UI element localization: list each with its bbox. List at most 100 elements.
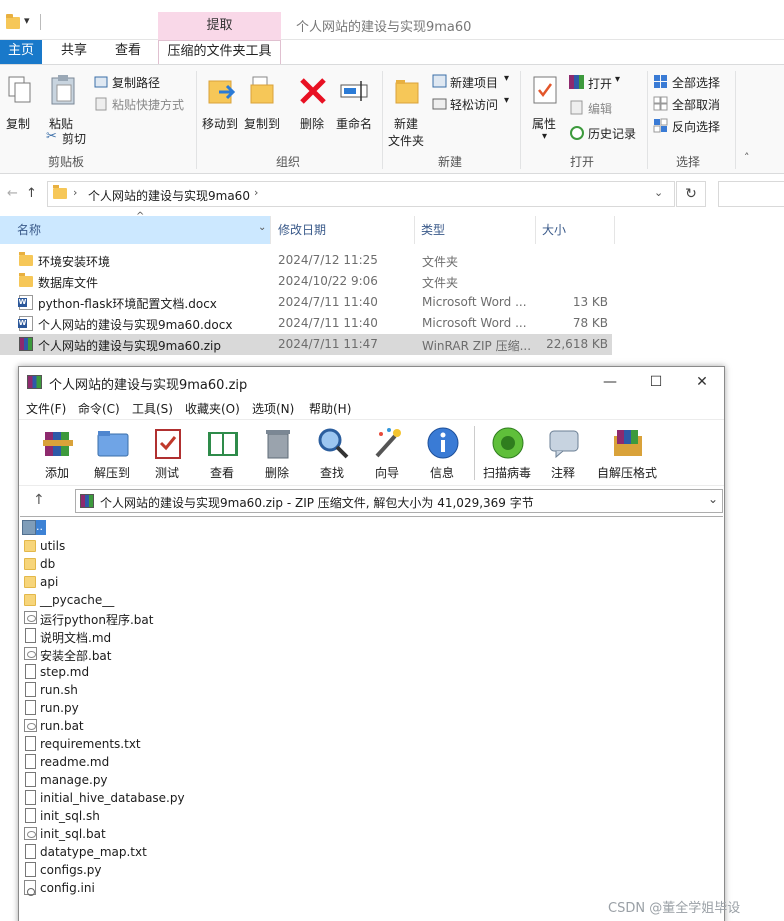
list-item[interactable]: api — [22, 573, 322, 591]
minimize-button[interactable]: — — [587, 371, 633, 393]
breadcrumb-chevron-icon[interactable]: › — [254, 186, 258, 199]
close-button[interactable]: ✕ — [679, 371, 725, 393]
copy-to-button[interactable]: 复制到 — [243, 71, 283, 131]
invert-selection-button[interactable]: 反向选择 — [653, 117, 733, 135]
tab-home[interactable]: 主页 — [0, 40, 42, 64]
list-item[interactable]: run.sh — [22, 681, 322, 699]
list-item[interactable]: 说明文档.md — [22, 627, 322, 645]
toolbar-sfx-button[interactable]: 自解压格式 — [597, 424, 657, 482]
quick-access-dropdown-icon[interactable]: ▾ — [24, 14, 30, 27]
menu-help[interactable]: 帮助(H) — [309, 400, 351, 417]
list-item-parent-folder[interactable]: .. — [22, 519, 82, 537]
list-item[interactable]: init_sql.bat — [22, 825, 322, 843]
file-icon — [25, 682, 36, 697]
address-dropdown-icon[interactable]: ⌄ — [654, 186, 663, 199]
list-item[interactable]: __pycache__ — [22, 591, 322, 609]
delete-button[interactable]: 删除 — [296, 71, 330, 131]
list-item[interactable]: 运行python程序.bat — [22, 609, 322, 627]
back-arrow-icon[interactable]: ← — [7, 186, 18, 201]
toolbar-delete-button[interactable]: 删除 — [251, 424, 303, 482]
table-row[interactable]: 环境安装环境 2024/7/12 11:25 文件夹 — [0, 250, 612, 271]
select-none-button[interactable]: 全部取消 — [653, 95, 733, 113]
toolbar-info-button[interactable]: 信息 — [416, 424, 468, 482]
list-item[interactable]: utils — [22, 537, 322, 555]
magnifier-icon — [318, 428, 349, 459]
toolbar-find-button[interactable]: 查找 — [306, 424, 358, 482]
menu-commands[interactable]: 命令(C) — [78, 400, 120, 417]
list-item[interactable]: run.py — [22, 699, 322, 717]
winrar-menubar: 文件(F) 命令(C) 工具(S) 收藏夹(O) 选项(N) 帮助(H) — [19, 397, 724, 419]
maximize-button[interactable]: ☐ — [633, 371, 679, 393]
list-item[interactable]: datatype_map.txt — [22, 843, 322, 861]
table-row[interactable]: 个人网站的建设与实现9ma60.docx 2024/7/11 11:40 Micro… — [0, 313, 612, 334]
archive-path-combobox[interactable]: 个人网站的建设与实现9ma60.zip - ZIP 压缩文件, 解包大小为 41… — [75, 489, 723, 513]
list-item[interactable]: db — [22, 555, 322, 573]
window-title: 个人网站的建设与实现9ma60 — [296, 20, 472, 35]
column-header-date[interactable]: 修改日期 — [278, 216, 414, 244]
toolbar-virus-scan-button[interactable]: 扫描病毒 — [481, 424, 533, 482]
up-folder-icon[interactable]: ↑ — [33, 492, 45, 508]
menu-file[interactable]: 文件(F) — [26, 400, 66, 417]
collapse-ribbon-icon[interactable]: ˄ — [744, 151, 758, 165]
toolbar-view-button[interactable]: 查看 — [196, 424, 248, 482]
list-item[interactable]: run.bat — [22, 717, 322, 735]
history-button[interactable]: 历史记录 — [569, 124, 643, 142]
list-item[interactable]: configs.py — [22, 861, 322, 879]
table-row[interactable]: 个人网站的建设与实现9ma60.zip 2024/7/11 11:47 WinRAR… — [0, 334, 612, 355]
list-item[interactable]: config.ini — [22, 879, 322, 897]
folder-icon — [24, 576, 36, 588]
breadcrumb-chevron-icon[interactable]: › — [73, 186, 77, 199]
toolbar-extract-to-button[interactable]: 解压到 — [86, 424, 138, 482]
list-item[interactable]: step.md — [22, 663, 322, 681]
list-item[interactable]: requirements.txt — [22, 735, 322, 753]
context-tab-extract[interactable]: 提取 — [158, 12, 281, 40]
refresh-button[interactable]: ↻ — [676, 181, 706, 207]
table-row[interactable]: python-flask环境配置文档.docx 2024/7/11 11:40 Mi… — [0, 292, 612, 313]
chevron-down-icon[interactable]: ⌄ — [708, 492, 718, 506]
properties-icon — [533, 76, 557, 104]
new-folder-button[interactable]: 新建 文件夹 — [386, 71, 428, 149]
paste-button[interactable]: 粘贴 — [46, 71, 80, 131]
list-item[interactable]: initial_hive_database.py — [22, 789, 322, 807]
toolbar-test-button[interactable]: 测试 — [141, 424, 193, 482]
new-item-icon — [432, 74, 447, 88]
file-name: python-flask环境配置文档.docx — [38, 297, 217, 311]
tab-share[interactable]: 共享 — [52, 40, 96, 64]
column-header-name[interactable]: 名称 — [0, 216, 270, 244]
toolbar-add-button[interactable]: 添加 — [31, 424, 83, 482]
new-item-button[interactable]: 新建项目 ▾ — [432, 73, 516, 91]
easy-access-button[interactable]: 轻松访问 ▾ — [432, 95, 516, 113]
cut-button[interactable]: ✂ 剪切 — [46, 129, 106, 147]
up-arrow-icon[interactable]: ↑ — [26, 186, 37, 201]
column-header-type[interactable]: 类型 — [421, 216, 533, 244]
quick-access-folder-icon[interactable] — [6, 14, 20, 29]
copy-button[interactable]: 复制 — [4, 71, 36, 131]
edit-button: 编辑 — [569, 99, 629, 117]
menu-options[interactable]: 选项(N) — [252, 400, 294, 417]
list-item[interactable]: readme.md — [22, 753, 322, 771]
tab-compressed-folder-tools[interactable]: 压缩的文件夹工具 — [158, 40, 281, 64]
select-all-button[interactable]: 全部选择 — [653, 73, 733, 91]
menu-tools[interactable]: 工具(S) — [132, 400, 173, 417]
move-to-button[interactable]: 移动到 — [201, 71, 241, 131]
toolbar-wizard-button[interactable]: 向导 — [361, 424, 413, 482]
tab-view[interactable]: 查看 — [106, 40, 150, 64]
add-archive-icon — [43, 432, 73, 456]
table-row[interactable]: 数据库文件 2024/10/22 9:06 文件夹 — [0, 271, 612, 292]
open-button[interactable]: 打开 ▾ — [569, 74, 643, 92]
copy-path-button[interactable]: 复制路径 — [94, 73, 194, 91]
menu-favorites[interactable]: 收藏夹(O) — [185, 400, 240, 417]
list-item[interactable]: manage.py — [22, 771, 322, 789]
rename-button[interactable]: 重命名 — [335, 71, 375, 131]
address-bar[interactable]: › 个人网站的建设与实现9ma60 › ⌄ — [47, 181, 675, 207]
column-header-size[interactable]: 大小 — [542, 216, 612, 244]
search-input[interactable] — [718, 181, 784, 207]
list-item[interactable]: 安装全部.bat — [22, 645, 322, 663]
breadcrumb-path[interactable]: 个人网站的建设与实现9ma60 — [88, 187, 250, 204]
properties-button[interactable]: 属性 ▾ — [526, 71, 564, 142]
column-dropdown-icon[interactable]: ⌄ — [258, 222, 266, 233]
list-item[interactable]: init_sql.sh — [22, 807, 322, 825]
file-icon — [25, 664, 36, 679]
toolbar-comment-button[interactable]: 注释 — [537, 424, 589, 482]
file-icon — [25, 754, 36, 769]
